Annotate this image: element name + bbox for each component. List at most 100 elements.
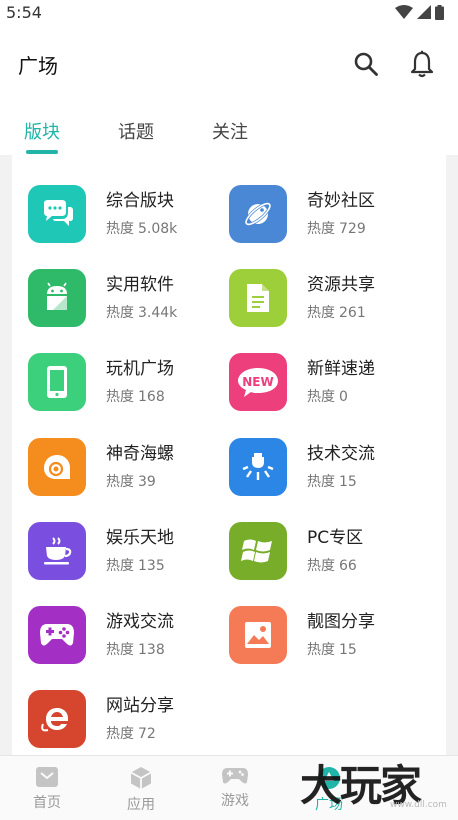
board-item[interactable]: 娱乐天地热度 135 — [28, 519, 228, 583]
search-button[interactable] — [350, 48, 382, 80]
planet-icon — [229, 185, 287, 243]
board-item[interactable]: 神奇海螺热度 39 — [28, 435, 228, 499]
battery-icon — [435, 4, 444, 20]
new-badge-icon: NEW — [229, 353, 287, 412]
windows-icon — [229, 521, 287, 580]
board-name: 网站分享 — [106, 696, 174, 717]
heat-value: 15 — [339, 642, 357, 658]
board-meta: 综合版块 热度 5.08k — [106, 190, 181, 238]
nav-apps[interactable]: 应用 — [94, 756, 188, 820]
board-heat: 热度 729 — [307, 218, 375, 238]
board-name: 技术交流 — [307, 443, 375, 464]
phone-icon — [28, 353, 86, 412]
board-item[interactable]: 游戏交流热度 138 — [28, 603, 228, 667]
gamepad-icon — [222, 768, 248, 784]
status-bar: 5:54 — [0, 0, 458, 24]
nav-label: 游戏 — [221, 793, 249, 809]
board-item[interactable]: 技术交流热度 15 — [229, 435, 429, 499]
tab-label: 话题 — [118, 122, 154, 143]
board-meta: 实用软件热度 3.44k — [106, 274, 181, 322]
bell-icon — [410, 50, 434, 78]
board-heat: 热度 138 — [106, 639, 174, 659]
board-name: 玩机广场 — [106, 359, 174, 380]
heat-label: 热度 — [307, 389, 335, 406]
board-meta: 新鲜速递热度 0 — [307, 358, 375, 406]
tab-boards[interactable]: 版块 — [24, 108, 118, 154]
tab-bar: 版块 话题 关注 — [0, 108, 458, 156]
board-heat: 热度 39 — [106, 471, 174, 491]
heat-value: 261 — [339, 305, 366, 322]
board-item[interactable]: PC专区热度 66 — [229, 519, 429, 583]
board-meta: 网站分享热度 72 — [106, 695, 174, 743]
heat-value: 66 — [339, 557, 357, 574]
board-name: 娱乐天地 — [106, 527, 174, 548]
nav-games[interactable]: 游戏 — [188, 756, 282, 820]
heat-value: 5.08k — [138, 221, 178, 237]
board-item[interactable]: 靓图分享热度 15 — [229, 603, 429, 667]
heat-label: 热度 — [106, 305, 134, 322]
document-icon — [229, 269, 287, 328]
board-heat: 热度 66 — [307, 555, 363, 575]
nav-label: 应用 — [127, 797, 155, 813]
plaza-icon — [318, 767, 340, 789]
board-name: 靓图分享 — [307, 612, 375, 632]
heat-value: 72 — [138, 726, 156, 743]
heat-value: 15 — [339, 473, 357, 490]
signal-icon — [417, 5, 431, 19]
app-actions — [350, 48, 438, 80]
heat-value: 168 — [138, 389, 165, 406]
nav-label: 广场 — [315, 797, 343, 813]
tab-topics[interactable]: 话题 — [118, 108, 212, 144]
nav-plaza[interactable]: 广场 — [282, 756, 376, 820]
status-icons — [395, 4, 444, 20]
heat-label: 热度 — [106, 726, 134, 743]
tab-label: 版块 — [24, 122, 60, 143]
tab-following[interactable]: 关注 — [212, 108, 306, 144]
board-name: 实用软件 — [106, 275, 174, 296]
heat-value: 729 — [339, 221, 366, 237]
status-time: 5:54 — [6, 2, 42, 22]
notifications-button[interactable] — [406, 48, 438, 80]
nav-home[interactable]: 首页 — [0, 756, 94, 820]
board-heat: 热度 15 — [307, 471, 375, 491]
heat-value: 3.44k — [138, 305, 178, 322]
board-heat: 热度 135 — [106, 555, 174, 575]
board-item[interactable]: 资源共享 热度 261 — [229, 266, 429, 330]
board-item[interactable]: 玩机广场热度 168 — [28, 350, 228, 414]
board-item[interactable]: 网站分享热度 72 — [28, 687, 228, 751]
heat-value: 39 — [138, 473, 156, 490]
nav-label: 首页 — [33, 795, 61, 811]
tab-label: 关注 — [212, 122, 248, 143]
browser-e-icon — [28, 690, 86, 749]
board-item[interactable]: NEW 新鲜速递热度 0 — [229, 350, 429, 414]
heat-label: 热度 — [106, 473, 134, 490]
board-item[interactable]: 奇妙社区 热度 729 — [229, 182, 429, 246]
board-item[interactable]: 综合版块 热度 5.08k — [28, 182, 228, 246]
board-heat: 热度 0 — [307, 386, 375, 406]
board-meta: 技术交流热度 15 — [307, 443, 375, 491]
search-icon — [354, 52, 378, 76]
board-name: 资源共享 — [307, 275, 375, 296]
board-meta: 神奇海螺热度 39 — [106, 443, 174, 491]
board-heat: 热度 3.44k — [106, 302, 181, 322]
board-item[interactable]: 实用软件热度 3.44k — [28, 266, 228, 330]
board-meta: 靓图分享热度 15 — [307, 611, 375, 659]
android-icon — [28, 269, 86, 328]
board-name: 游戏交流 — [106, 612, 174, 632]
wifi-icon — [395, 5, 413, 19]
cube-icon — [130, 767, 152, 789]
page-title: 广场 — [18, 53, 58, 78]
heat-label: 热度 — [307, 221, 335, 237]
svg-text:NEW: NEW — [242, 375, 273, 389]
heat-label: 热度 — [106, 557, 134, 574]
tab-indicator — [26, 150, 58, 154]
board-name: 新鲜速递 — [307, 359, 375, 380]
heat-label: 热度 — [106, 389, 134, 406]
heat-label: 热度 — [307, 642, 335, 658]
board-meta: 资源共享 热度 261 — [307, 274, 375, 322]
board-name: PC专区 — [307, 527, 364, 548]
board-name: 神奇海螺 — [106, 443, 174, 464]
chat-bubbles-icon — [28, 185, 86, 243]
heat-value: 138 — [138, 642, 165, 658]
board-meta: 娱乐天地热度 135 — [106, 527, 174, 575]
